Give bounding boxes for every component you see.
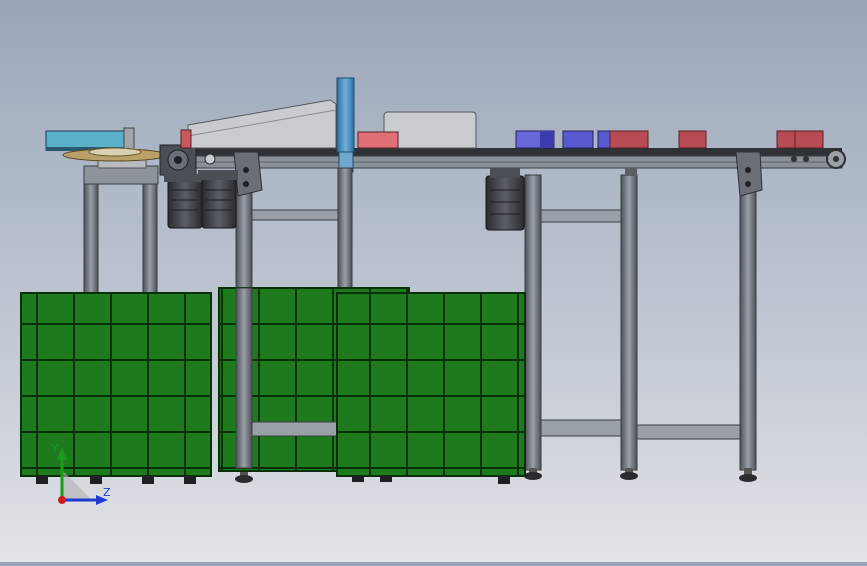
pallet-stack-right[interactable] — [336, 292, 526, 484]
vertical-column[interactable] — [336, 77, 355, 173]
motor-left-b[interactable] — [198, 170, 238, 229]
carton-blue[interactable] — [562, 130, 594, 149]
carton-red[interactable] — [180, 129, 192, 149]
guide-plate[interactable] — [187, 99, 337, 149]
drive-gearbox[interactable] — [159, 144, 197, 176]
carton-red[interactable] — [776, 130, 824, 149]
motor-center[interactable] — [485, 168, 525, 231]
triad-y-label: Y — [50, 442, 58, 455]
motor-left-a[interactable] — [164, 174, 204, 229]
carton-red[interactable] — [609, 130, 649, 149]
carton-red[interactable] — [357, 131, 399, 149]
pallet-stack-left[interactable] — [20, 292, 212, 484]
infeed-carton[interactable] — [45, 127, 135, 151]
cad-viewport[interactable]: Y Z — [0, 0, 867, 562]
carton-red[interactable] — [678, 130, 707, 149]
triad-z-label: Z — [103, 486, 111, 499]
infeed-stand[interactable] — [83, 157, 159, 295]
